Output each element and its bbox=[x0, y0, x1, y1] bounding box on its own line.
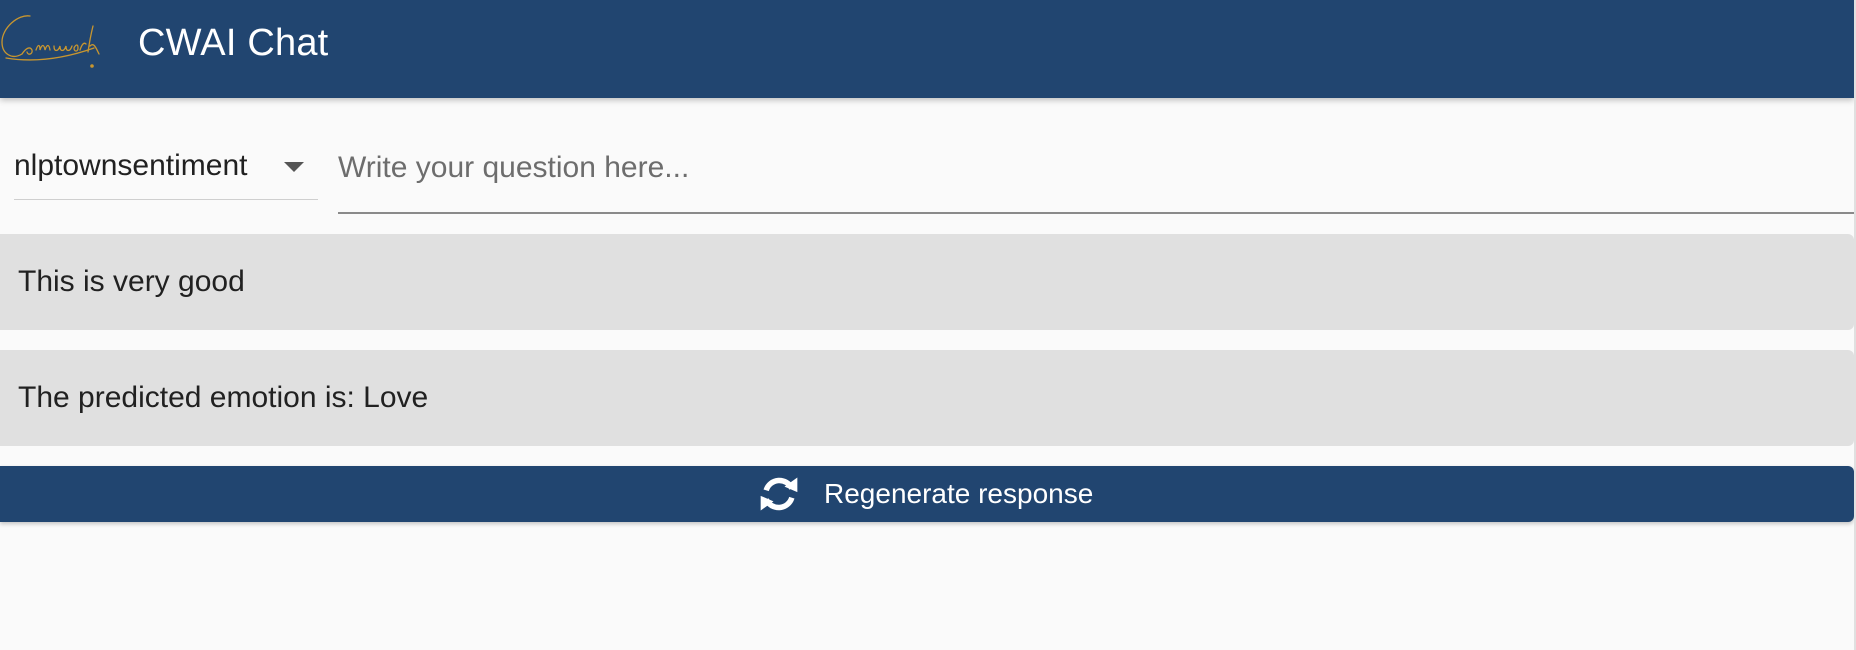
question-input[interactable] bbox=[338, 148, 1838, 188]
regenerate-label: Regenerate response bbox=[824, 478, 1094, 509]
user-message: This is very good bbox=[0, 234, 1854, 330]
question-field bbox=[338, 130, 1856, 214]
assistant-message-text: The predicted emotion is: Love bbox=[18, 381, 429, 414]
assistant-message: The predicted emotion is: Love bbox=[0, 350, 1854, 446]
user-message-text: This is very good bbox=[18, 265, 245, 298]
dropdown-caret-icon bbox=[284, 162, 304, 172]
comwork-logo: Comwork bbox=[0, 8, 102, 76]
app-title: CWAI Chat bbox=[138, 22, 329, 64]
app-header: Comwork CWAI Chat bbox=[0, 0, 1854, 98]
refresh-icon bbox=[760, 477, 798, 511]
regenerate-content: Regenerate response bbox=[756, 472, 1093, 516]
chat-app: Comwork CWAI Chat nlptownsentiment This … bbox=[0, 0, 1856, 650]
regenerate-response-button[interactable]: Regenerate response bbox=[0, 466, 1854, 522]
model-select-value: nlptownsentiment bbox=[14, 149, 248, 182]
logo-text: Comwork bbox=[102, 8, 103, 9]
model-select[interactable]: nlptownsentiment bbox=[14, 140, 318, 200]
